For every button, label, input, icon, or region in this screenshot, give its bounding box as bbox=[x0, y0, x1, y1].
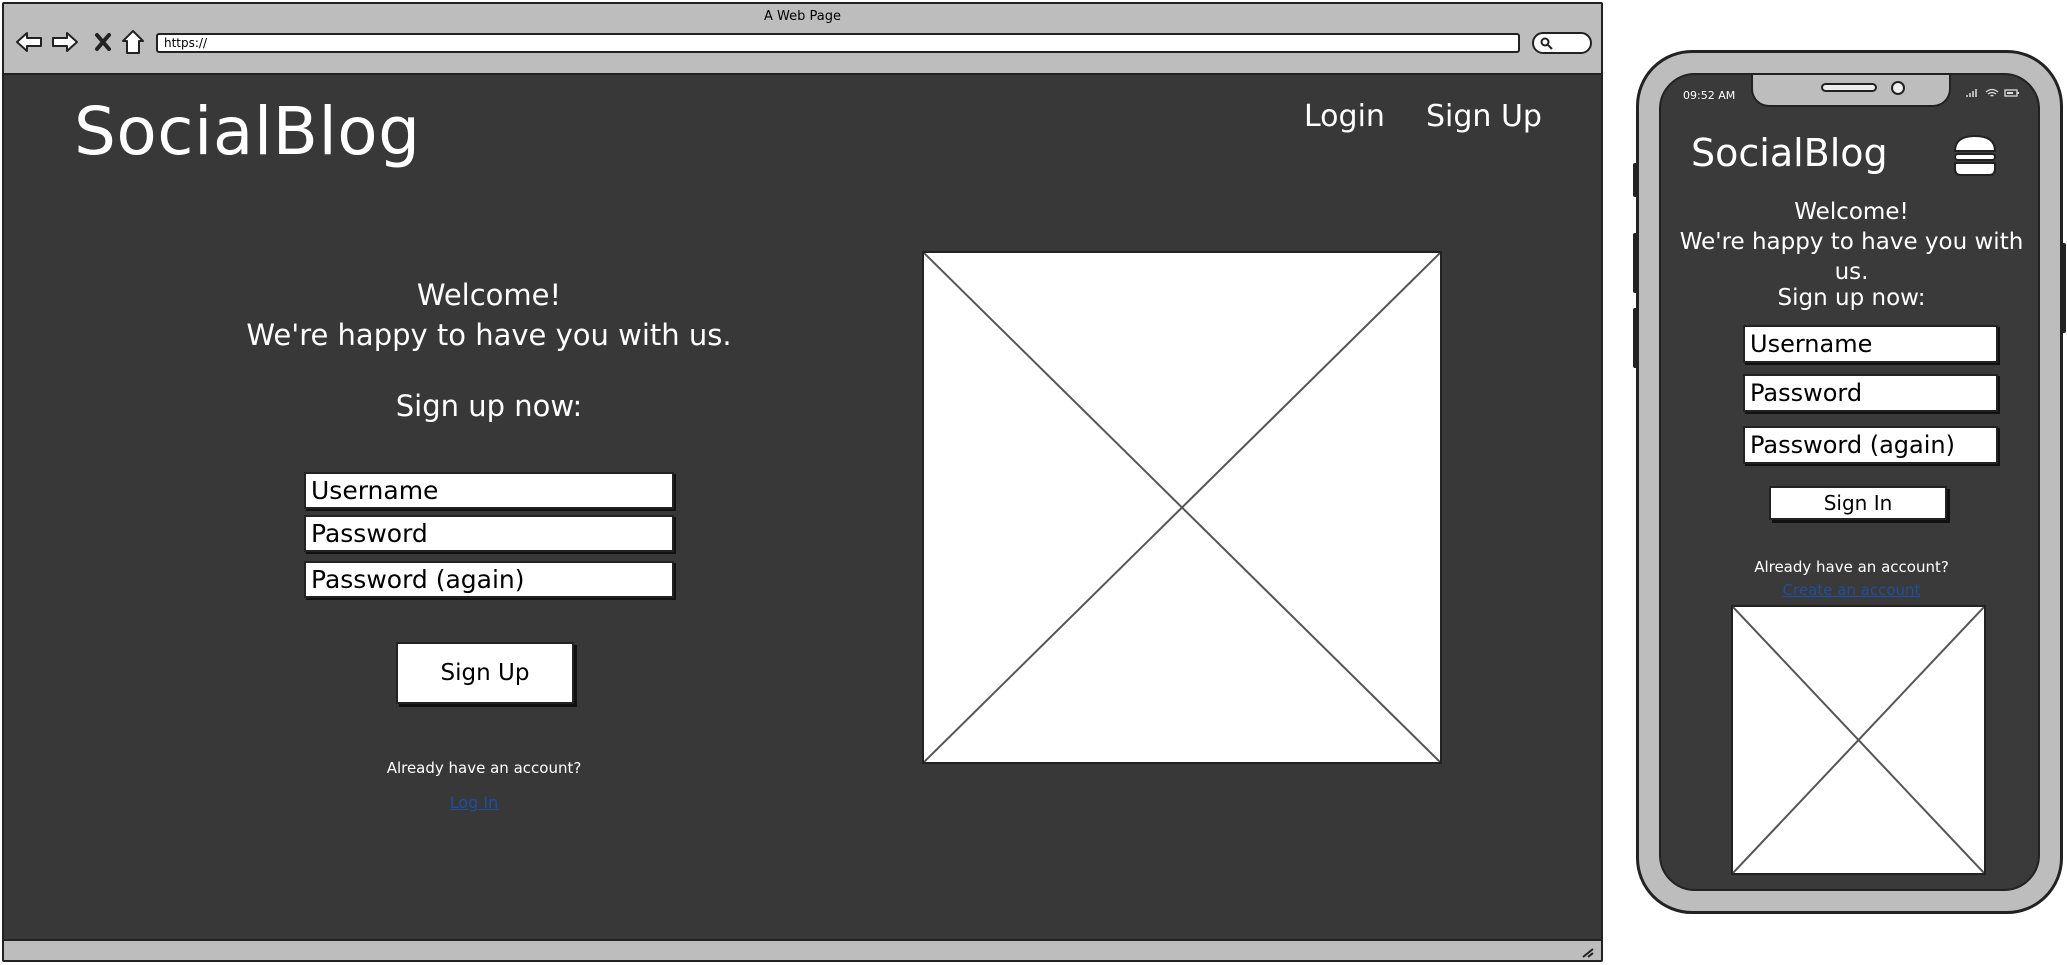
phone-button bbox=[1633, 308, 1639, 368]
browser-status-bar bbox=[4, 943, 1601, 960]
status-time: 09:52 AM bbox=[1683, 89, 1736, 102]
mobile-password-field[interactable]: Password bbox=[1743, 374, 1998, 412]
resize-grip-icon[interactable] bbox=[1581, 946, 1595, 958]
camera-icon bbox=[1891, 81, 1905, 95]
close-icon[interactable] bbox=[88, 28, 118, 56]
password-field[interactable]: Password bbox=[304, 515, 674, 552]
mobile-image-placeholder bbox=[1731, 605, 1986, 875]
signup-prompt: Sign up now: bbox=[395, 389, 583, 423]
page-viewport: SocialBlog Login Sign Up Welcome! We're … bbox=[4, 73, 1601, 941]
nav-signup-link[interactable]: Sign Up bbox=[1426, 99, 1542, 134]
phone-button bbox=[2060, 243, 2066, 333]
signup-button[interactable]: Sign Up bbox=[396, 642, 574, 704]
back-icon[interactable] bbox=[14, 28, 44, 56]
hamburger-menu-icon[interactable] bbox=[1951, 133, 1999, 183]
wifi-icon bbox=[1985, 88, 1999, 97]
status-icons bbox=[1966, 88, 2020, 98]
welcome-line-1: Welcome! bbox=[1794, 199, 1909, 225]
site-logo[interactable]: SocialBlog bbox=[74, 93, 421, 170]
create-account-link[interactable]: Create an account bbox=[1661, 581, 2038, 599]
mobile-password-again-field[interactable]: Password (again) bbox=[1743, 426, 1998, 464]
browser-window: A Web Page https:// SocialBlog Login Sig… bbox=[2, 2, 1603, 962]
username-field[interactable]: Username bbox=[304, 472, 674, 509]
login-link[interactable]: Log In bbox=[424, 793, 524, 812]
phone-notch bbox=[1751, 75, 1951, 107]
mobile-welcome-heading: Welcome! We're happy to have you with us… bbox=[1661, 197, 2038, 287]
mobile-signup-prompt: Sign up now: bbox=[1777, 285, 1926, 311]
mobile-site-logo[interactable]: SocialBlog bbox=[1691, 131, 1888, 175]
search-icon bbox=[1540, 37, 1553, 50]
speaker-icon bbox=[1821, 83, 1877, 92]
welcome-heading: Welcome! We're happy to have you with us… bbox=[204, 275, 774, 355]
phone-button bbox=[1633, 163, 1639, 197]
forward-icon[interactable] bbox=[50, 28, 80, 56]
welcome-line-2: We're happy to have you with us. bbox=[1679, 229, 2024, 285]
welcome-line-1: Welcome! bbox=[416, 278, 562, 312]
mobile-already-account-text: Already have an account? bbox=[1754, 558, 1949, 576]
browser-toolbar: https:// bbox=[4, 22, 1601, 58]
already-account-text: Already have an account? bbox=[386, 759, 582, 777]
phone-screen: 09:52 AM SocialBlog Welcome! We're happy… bbox=[1659, 73, 2040, 891]
home-icon[interactable] bbox=[118, 28, 148, 56]
welcome-line-2: We're happy to have you with us. bbox=[246, 318, 732, 352]
password-again-field[interactable]: Password (again) bbox=[304, 561, 674, 598]
phone-frame: 09:52 AM SocialBlog Welcome! We're happy… bbox=[1633, 50, 2066, 914]
mobile-signin-button[interactable]: Sign In bbox=[1769, 486, 1947, 520]
url-input[interactable]: https:// bbox=[156, 33, 1520, 53]
nav-login-link[interactable]: Login bbox=[1304, 99, 1385, 134]
mobile-username-field[interactable]: Username bbox=[1743, 325, 1998, 363]
image-placeholder bbox=[922, 251, 1442, 764]
signal-icon bbox=[1966, 89, 1977, 97]
phone-button bbox=[1633, 233, 1639, 293]
browser-search-field[interactable] bbox=[1532, 32, 1592, 54]
battery-icon bbox=[2004, 89, 2019, 97]
